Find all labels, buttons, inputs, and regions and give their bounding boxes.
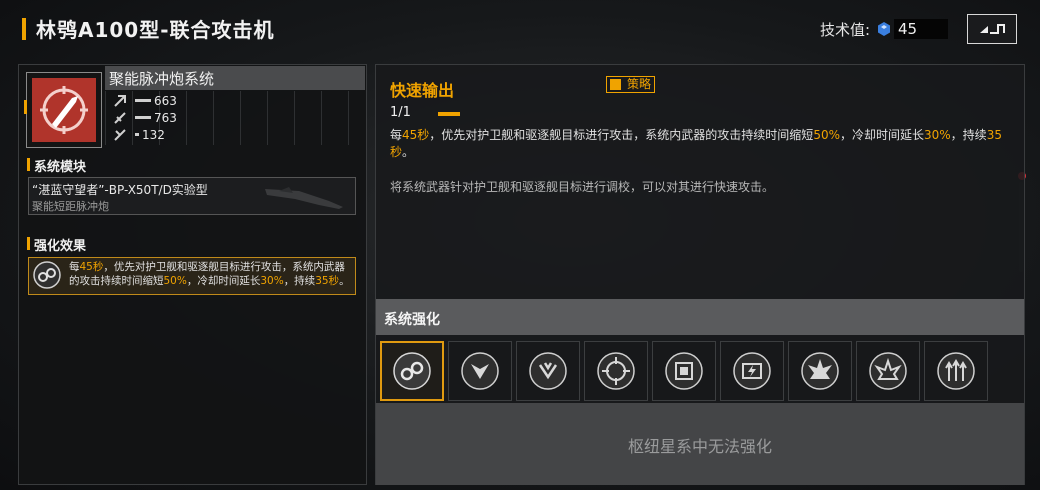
enhancement-header bbox=[376, 299, 1024, 335]
module-icon bbox=[32, 78, 96, 142]
header: 林鸮A100型-联合攻击机 技术值: 45 bbox=[0, 0, 1040, 58]
level-bar bbox=[438, 112, 460, 116]
back-arrow-icon bbox=[980, 24, 1005, 34]
strategy-tag-label: 策略 bbox=[627, 77, 652, 91]
enhancement-slot[interactable] bbox=[516, 341, 580, 401]
stat-value-armor: 763 bbox=[154, 110, 177, 125]
enhancement-slot[interactable] bbox=[448, 341, 512, 401]
pulse-cannon-icon bbox=[40, 86, 88, 134]
skill-level: 1/1 bbox=[390, 105, 411, 120]
desc-highlight: 30% bbox=[924, 128, 951, 142]
back-button[interactable] bbox=[967, 14, 1017, 44]
crosshair-icon bbox=[597, 352, 635, 390]
enhancement-slots bbox=[380, 341, 1020, 401]
energy-cell-icon bbox=[733, 352, 771, 390]
weapon-type: 聚能短距脉冲炮 bbox=[32, 200, 109, 213]
selection-marker bbox=[24, 100, 27, 114]
damage-stat-icon bbox=[114, 94, 126, 107]
enhancement-slot[interactable] bbox=[584, 341, 648, 401]
triple-arrow-icon bbox=[937, 352, 975, 390]
desc-text-part: ，冷却时间延长 bbox=[839, 128, 924, 142]
effect-text: 每45秒，优先对护卫舰和驱逐舰目标进行攻击，系统内武器的攻击持续时间缩短50%，… bbox=[69, 260, 351, 288]
effect-text-part: ，冷却时间延长 bbox=[186, 275, 261, 287]
desc-highlight: 50% bbox=[813, 128, 840, 142]
stat-row-damage: 663 bbox=[113, 92, 177, 109]
section-title-enhance-effect: 强化效果 bbox=[34, 239, 87, 254]
effect-highlight: 35秒 bbox=[315, 275, 340, 287]
enhancement-slot[interactable] bbox=[380, 341, 444, 401]
effect-highlight: 30% bbox=[260, 275, 284, 287]
stat-row-speed: 132 bbox=[113, 126, 165, 143]
section-accent-bar bbox=[27, 237, 30, 250]
strategy-tag: 策略 bbox=[606, 76, 656, 93]
enhancement-slot[interactable] bbox=[720, 341, 784, 401]
desc-text-part: 。 bbox=[402, 145, 415, 159]
page-title: 林鸮A100型-联合攻击机 bbox=[36, 18, 275, 42]
title-accent-bar bbox=[22, 18, 26, 40]
effect-highlight: 50% bbox=[163, 275, 187, 287]
weapon-name: “湛蓝守望者”-BP-X50T/D实验型 bbox=[32, 183, 208, 197]
tech-value: 45 bbox=[894, 19, 948, 39]
stat-bar bbox=[135, 99, 151, 102]
effect-text-part: 。 bbox=[339, 275, 350, 287]
desc-text-part: ，持续 bbox=[950, 128, 987, 142]
skill-note: 将系统武器针对护卫舰和驱逐舰目标进行调校，可以对其进行快速攻击。 bbox=[390, 180, 775, 194]
section-accent-bar bbox=[27, 158, 30, 171]
desc-text-part: 每 bbox=[390, 128, 403, 142]
stat-value-damage: 663 bbox=[154, 93, 177, 108]
section-title-system-module: 系统模块 bbox=[34, 160, 87, 175]
strategy-icon bbox=[610, 79, 621, 90]
skill-panel: 快速输出 策略 1/1 每45秒，优先对护卫舰和驱逐舰目标进行攻击，系统内武器的… bbox=[375, 64, 1025, 485]
desc-text-part: ，优先对护卫舰和驱逐舰目标进行攻击，系统内武器的攻击持续时间缩短 bbox=[429, 128, 814, 142]
effect-text-part: 每 bbox=[69, 261, 80, 273]
enhancement-title: 系统强化 bbox=[384, 312, 440, 328]
desc-highlight: 45秒 bbox=[402, 128, 430, 142]
burst-icon bbox=[801, 352, 839, 390]
module-name: 聚能脉冲炮系统 bbox=[109, 70, 215, 88]
shield-arrow-icon bbox=[461, 352, 499, 390]
enhancement-slot[interactable] bbox=[652, 341, 716, 401]
chip-icon bbox=[665, 352, 703, 390]
module-panel: 聚能脉冲炮系统 663 763 132 系统模块 “湛蓝守望者”-BP-X50T… bbox=[18, 64, 367, 485]
burst-alt-icon bbox=[869, 352, 907, 390]
module-icon-frame bbox=[26, 72, 102, 148]
enhancement-slot[interactable] bbox=[788, 341, 852, 401]
enhancement-slot[interactable] bbox=[856, 341, 920, 401]
speed-stat-icon bbox=[114, 128, 126, 141]
stat-value-speed: 132 bbox=[142, 127, 165, 142]
chain-link-icon bbox=[393, 352, 431, 390]
shield-arrow-down-icon bbox=[529, 352, 567, 390]
tech-label: 技术值: bbox=[820, 21, 871, 39]
enhancement-locked-text: 枢纽星系中无法强化 bbox=[627, 437, 772, 456]
tech-point-icon bbox=[878, 22, 890, 36]
stat-bar bbox=[135, 133, 139, 136]
stat-row-armor: 763 bbox=[113, 109, 177, 126]
weapon-image bbox=[265, 187, 343, 209]
chain-link-icon bbox=[33, 261, 61, 289]
skill-description: 每45秒，优先对护卫舰和驱逐舰目标进行攻击，系统内武器的攻击持续时间缩短50%，… bbox=[390, 127, 1010, 161]
skill-title: 快速输出 bbox=[390, 81, 455, 100]
armor-stat-icon bbox=[114, 111, 126, 124]
enhancement-slot[interactable] bbox=[924, 341, 988, 401]
effect-text-part: ，持续 bbox=[283, 275, 316, 287]
stat-bar bbox=[135, 116, 151, 119]
effect-highlight: 45秒 bbox=[79, 261, 104, 273]
